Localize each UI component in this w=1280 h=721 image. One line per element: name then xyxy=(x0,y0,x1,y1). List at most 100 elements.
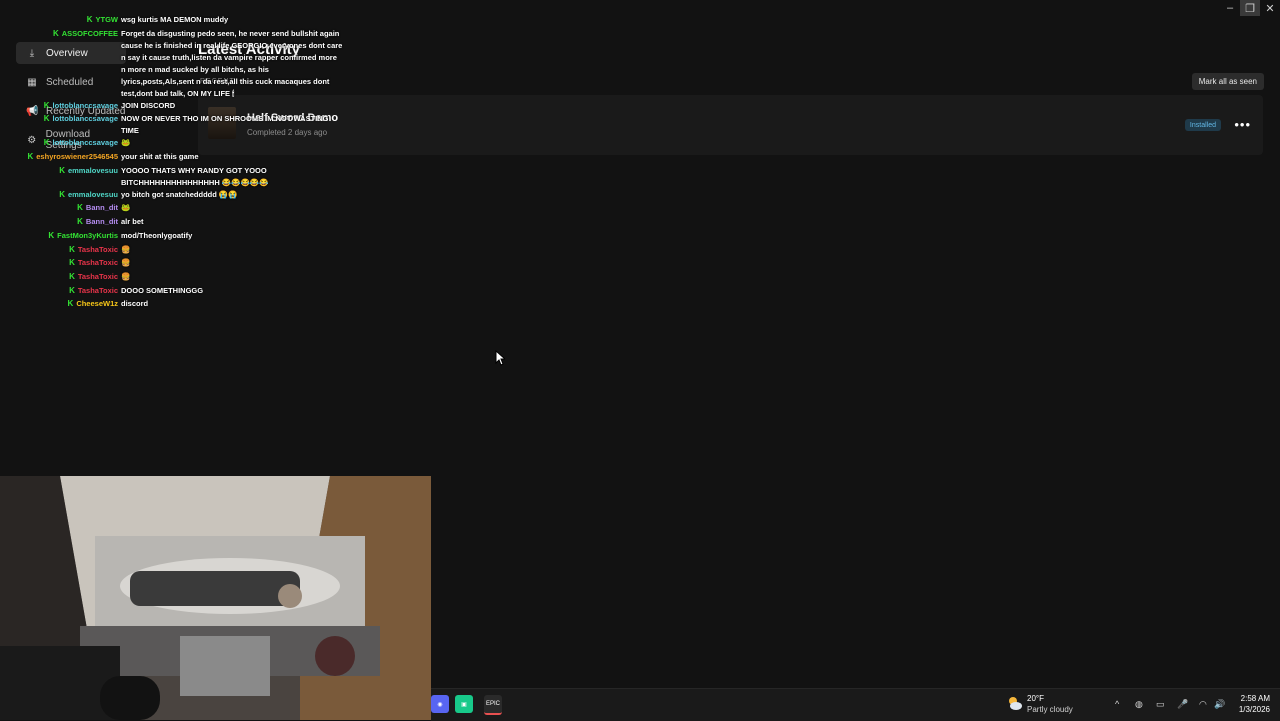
weather-temperature[interactable]: 20°F xyxy=(1027,694,1044,703)
chat-username: lottoblanccsavage xyxy=(52,138,118,148)
chat-username: TashaToxic xyxy=(77,285,118,295)
chat-username: TashaToxic xyxy=(77,258,118,268)
chat-user-block: K TashaToxic xyxy=(0,271,121,283)
chat-user-block: K CheeseW1z xyxy=(0,298,121,310)
chat-message: K FastMon3yKurtis mod/Theonlygoatify xyxy=(0,230,345,244)
chat-message-text: JOIN DISCORD xyxy=(121,100,176,110)
mark-all-seen-button[interactable]: Mark all as seen xyxy=(1191,73,1264,90)
more-options-button[interactable]: ••• xyxy=(1234,117,1251,132)
chat-badge-icon: K xyxy=(69,258,75,268)
chat-message: K ASSOFCOFFEE Forget da disgusting pedo se… xyxy=(0,28,345,100)
chat-message-text: YOOOO THATS WHY RANDY GOT YOOO BITCHHHHH… xyxy=(121,165,269,187)
chat-username: Bann_dit xyxy=(85,217,118,227)
chat-badge-icon: K xyxy=(77,203,83,213)
chat-message: Kemmalovesuu yo bitch got snatcheddddd 😭😭 xyxy=(0,189,345,203)
webcam-image xyxy=(0,476,431,720)
chat-message-text: discord xyxy=(121,299,149,309)
window-controls: – ❐ ✕ xyxy=(1220,0,1280,16)
chat-message: K Bann_dit 🐸 xyxy=(0,202,345,216)
chat-message: K YTGW wsg kurtis MA DEMON muddy xyxy=(0,14,345,28)
chat-message-text: yo bitch got snatcheddddd 😭😭 xyxy=(121,189,238,199)
network-app-icon[interactable]: ◍ xyxy=(1135,699,1143,710)
chat-message: Kemmalovesuu YOOOO THATS WHY RANDY GOT YO… xyxy=(0,165,345,189)
chat-message-text: NOW OR NEVER THO IM ON SHROOMS IM NOT WA… xyxy=(121,114,329,136)
chat-username: eshyroswiener2546545 xyxy=(36,152,118,162)
wifi-icon[interactable]: ◠ xyxy=(1199,699,1207,710)
chat-badge-icon: K xyxy=(69,285,75,295)
chat-badge-icon: K xyxy=(59,165,65,175)
chat-message: K TashaToxic 🍔 xyxy=(0,257,345,271)
weather-description[interactable]: Partly cloudy xyxy=(1027,705,1073,714)
chat-user-block: K YTGW xyxy=(0,14,121,26)
volume-icon[interactable]: 🔊 xyxy=(1214,699,1225,710)
chat-badge-icon: K xyxy=(43,138,50,148)
chat-username: CheeseW1z xyxy=(76,299,118,309)
chat-message: K Bann_dit alr bet xyxy=(0,216,345,230)
chat-badge-icon: K xyxy=(59,189,65,199)
chat-message: Keshyroswiener2546545 your shit at this g… xyxy=(0,151,345,165)
chat-user-block: Kemmalovesuu xyxy=(0,165,121,177)
gamepad-app-icon[interactable]: ▣ xyxy=(455,695,473,713)
chat-badge-icon: K xyxy=(43,114,50,124)
webcam-feed xyxy=(0,476,431,720)
chat-user-block: Keshyroswiener2546545 xyxy=(0,151,121,163)
weather-icon xyxy=(1009,697,1022,710)
chat-message-text: mod/Theonlygoatify xyxy=(121,230,193,240)
chat-message: K TashaToxic DOOO SOMETHINGGG xyxy=(0,285,345,299)
chat-user-block: K Bann_dit xyxy=(0,202,121,214)
chat-user-block: K Bann_dit xyxy=(0,216,121,228)
clock-date[interactable]: 1/3/2026 xyxy=(1239,705,1270,714)
chat-message-text: 🍔 xyxy=(121,271,131,281)
chat-username: lottoblanccsavage xyxy=(52,100,118,110)
chat-user-block: Klottoblanccsavage xyxy=(0,100,121,112)
minimize-button[interactable]: – xyxy=(1220,0,1240,16)
chat-message: Klottoblanccsavage 🐸 xyxy=(0,137,345,151)
chat-user-block: K FastMon3yKurtis xyxy=(0,230,121,242)
chat-user-block: K TashaToxic xyxy=(0,257,121,269)
chat-user-block: Kemmalovesuu xyxy=(0,189,121,201)
chat-message-text: 🐸 xyxy=(121,203,131,213)
chat-overlay: K YTGW wsg kurtis MA DEMON muddy K ASSOFCOFF… xyxy=(0,14,345,312)
chat-message: Klottoblanccsavage JOIN DISCORD xyxy=(0,100,345,114)
display-icon[interactable]: ▭ xyxy=(1156,699,1165,710)
chat-username: emmalovesuu xyxy=(67,165,118,175)
discord-app-icon[interactable]: ◉ xyxy=(431,695,449,713)
chat-username: YTGW xyxy=(95,15,119,24)
epic-games-app-icon[interactable]: EPIC xyxy=(484,695,502,715)
chat-user-block: Klottoblanccsavage xyxy=(0,137,121,149)
mouse-cursor-icon xyxy=(495,350,505,366)
chat-user-block: K TashaToxic xyxy=(0,244,121,256)
chat-message: K TashaToxic 🍔 xyxy=(0,244,345,258)
chat-username: lottoblanccsavage xyxy=(52,114,118,124)
chat-message-text: your shit at this game xyxy=(121,152,199,162)
chat-message: K CheeseW1z discord xyxy=(0,298,345,312)
chat-message-text: wsg kurtis MA DEMON muddy xyxy=(121,15,229,24)
chat-user-block: K TashaToxic xyxy=(0,285,121,297)
chat-username: Bann_dit xyxy=(85,203,118,213)
microphone-icon[interactable]: 🎤 xyxy=(1177,699,1188,710)
clock-time[interactable]: 2:58 AM xyxy=(1241,694,1270,703)
chat-username: emmalovesuu xyxy=(67,189,118,199)
chat-message: Klottoblanccsavage NOW OR NEVER THO IM ON… xyxy=(0,113,345,137)
status-badge: Installed xyxy=(1184,119,1221,131)
restore-button[interactable]: ❐ xyxy=(1240,0,1260,16)
activity-card[interactable]: Half Sword Demo Completed 2 days ago Ins… xyxy=(198,95,1263,155)
chat-message-text: alr bet xyxy=(121,217,144,227)
chat-badge-icon: K xyxy=(43,100,50,110)
chat-badge-icon: K xyxy=(69,271,75,281)
chat-username: ASSOFCOFFEE xyxy=(61,28,118,38)
chat-message-text: Forget da disgusting pedo seen, he never… xyxy=(121,28,343,98)
close-button[interactable]: ✕ xyxy=(1260,0,1280,16)
taskbar: ◉ ▣ EPIC 20°F Partly cloudy ^ ◍ ▭ 🎤 ◠ 🔊 … xyxy=(431,688,1280,721)
chat-badge-icon: K xyxy=(48,230,55,240)
chat-message-text: 🍔 xyxy=(121,258,131,268)
chat-badge-icon: K xyxy=(67,299,74,309)
chat-badge-icon: K xyxy=(52,28,59,38)
chat-badge-icon: K xyxy=(86,15,93,24)
chat-message-text: 🍔 xyxy=(121,244,131,254)
tray-overflow-icon[interactable]: ^ xyxy=(1115,699,1119,709)
chat-username: FastMon3yKurtis xyxy=(57,230,118,240)
chat-badge-icon: K xyxy=(69,244,75,254)
chat-user-block: K ASSOFCOFFEE xyxy=(0,28,121,40)
chat-message: K TashaToxic 🍔 xyxy=(0,271,345,285)
